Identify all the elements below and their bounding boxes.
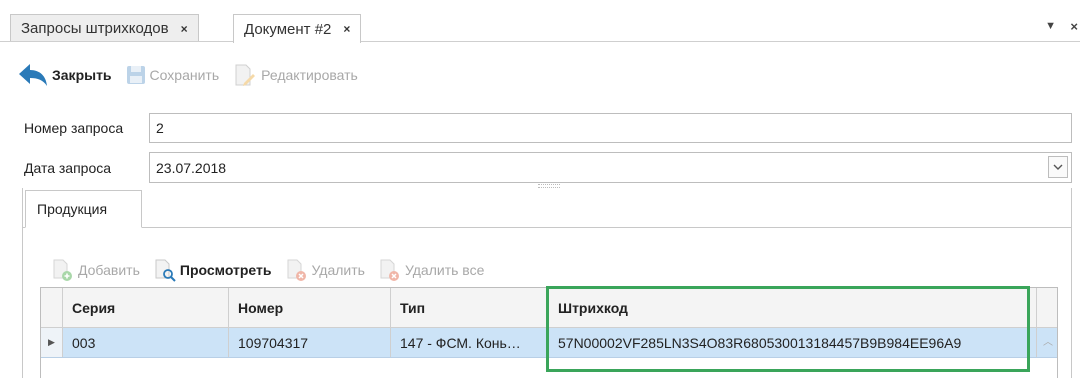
column-header-number[interactable]: Номер — [229, 288, 391, 327]
delete-all-label: Удалить все — [404, 262, 485, 278]
tab-products[interactable]: Продукция — [25, 190, 142, 228]
delete-label: Удалить — [311, 262, 365, 278]
tab-label: Запросы штрихкодов — [21, 20, 169, 37]
close-button[interactable]: Закрыть — [18, 62, 112, 88]
tab-label: Документ #2 — [244, 20, 332, 38]
edit-document-icon — [235, 64, 256, 86]
view-label: Просмотреть — [179, 262, 272, 278]
add-button[interactable]: Добавить — [52, 258, 140, 282]
column-header-barcode[interactable]: Штрихкод — [549, 288, 1037, 327]
request-date-row: Дата запроса — [0, 152, 111, 184]
delete-all-icon — [380, 259, 399, 281]
request-date-value: 23.07.2018 — [156, 159, 227, 176]
view-button[interactable]: Просмотреть — [154, 258, 272, 282]
tab-barcode-requests[interactable]: Запросы штрихкодов × — [10, 14, 199, 42]
request-number-row: Номер запроса — [0, 113, 123, 143]
cell-series[interactable]: 003 — [63, 328, 229, 357]
scroll-up-icon[interactable]: ︿ — [1043, 333, 1053, 348]
save-button[interactable]: Сохранить — [126, 65, 220, 85]
chevron-down-icon — [1053, 164, 1063, 170]
column-header-type[interactable]: Тип — [391, 288, 549, 327]
add-label: Добавить — [78, 262, 140, 278]
edit-label: Редактировать — [261, 67, 358, 83]
date-dropdown-button[interactable] — [1048, 156, 1068, 178]
delete-all-button[interactable]: Удалить все — [379, 258, 484, 282]
add-document-icon — [53, 259, 72, 281]
table-row[interactable]: ▶ 003 109704317 147 - ФСМ. Конь… 57N0000… — [41, 328, 1057, 358]
tab-document-2[interactable]: Документ #2 × — [233, 14, 362, 43]
cell-barcode[interactable]: 57N00002VF285LN3S4O83R680530013184457B9B… — [549, 328, 1037, 357]
tab-menu-chevron-icon[interactable]: ▼ — [1045, 20, 1056, 32]
request-number-field[interactable]: 2 — [149, 113, 1072, 143]
grid-header: Серия Номер Тип Штрихкод — [41, 288, 1057, 328]
products-grid: Серия Номер Тип Штрихкод ▶ 003 109704317… — [40, 287, 1058, 378]
floppy-disk-icon — [126, 66, 145, 84]
request-date-field[interactable]: 23.07.2018 — [149, 152, 1072, 183]
close-all-icon[interactable]: × — [1070, 19, 1078, 34]
products-toolbar: Добавить Просмотреть Удалить Удалить все — [52, 256, 484, 284]
row-pointer-icon: ▶ — [41, 328, 63, 357]
tab-products-label: Продукция — [37, 201, 108, 217]
document-tab-bar: Запросы штрихкодов × Документ #2 × ▼ × — [0, 0, 1080, 43]
header-indicator-cell — [41, 288, 63, 327]
back-arrow-icon — [19, 64, 47, 86]
cell-type[interactable]: 147 - ФСМ. Конь… — [391, 328, 549, 357]
save-label: Сохранить — [149, 67, 220, 83]
delete-button[interactable]: Удалить — [286, 258, 365, 282]
close-icon[interactable]: × — [181, 22, 188, 36]
main-toolbar: Закрыть Сохранить Редактировать — [18, 58, 358, 92]
column-header-series[interactable]: Серия — [63, 288, 229, 327]
delete-document-icon — [287, 259, 306, 281]
view-document-icon — [155, 259, 176, 282]
close-icon[interactable]: × — [343, 22, 350, 36]
edit-button[interactable]: Редактировать — [233, 63, 358, 87]
request-date-label: Дата запроса — [24, 160, 112, 176]
close-label: Закрыть — [52, 67, 112, 83]
request-number-label: Номер запроса — [24, 120, 124, 136]
cell-number[interactable]: 109704317 — [229, 328, 391, 357]
